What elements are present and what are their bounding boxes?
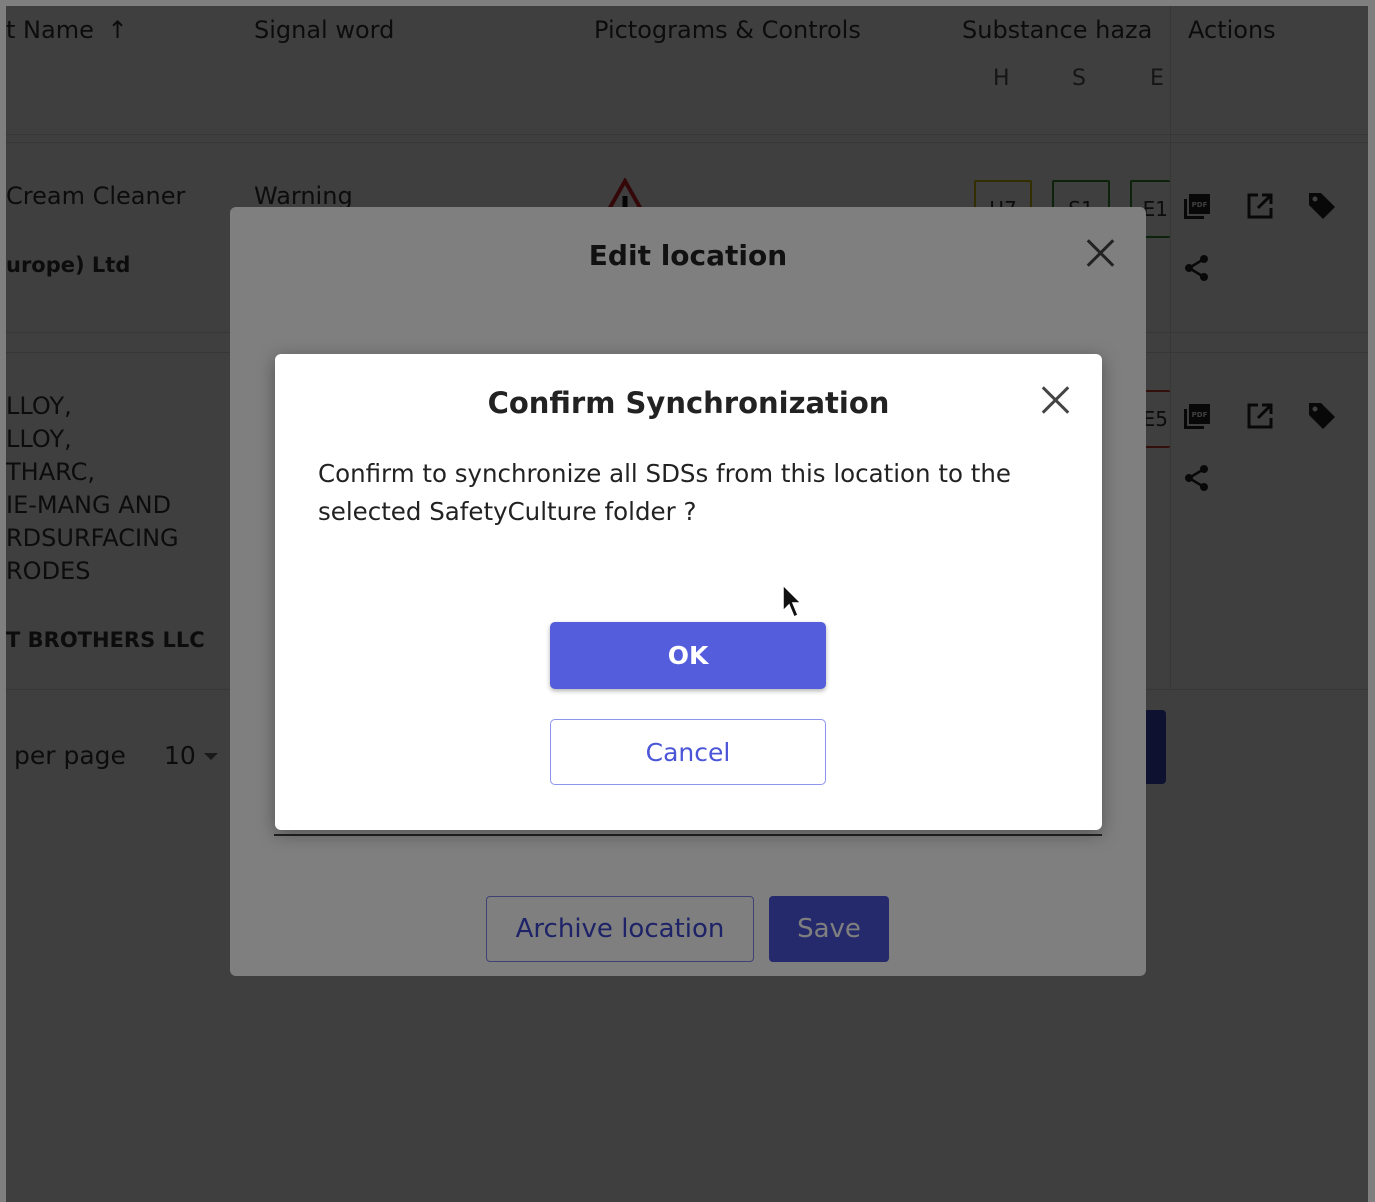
ok-button[interactable]: OK [550,622,826,689]
confirm-synchronization-modal: Confirm Synchronization Confirm to synch… [275,354,1102,830]
modal-title: Confirm Synchronization [487,386,890,420]
confirm-message: Confirm to synchronize all SDSs from thi… [318,459,1011,526]
cancel-button[interactable]: Cancel [550,719,826,785]
close-icon[interactable] [1040,385,1070,415]
mouse-cursor-icon [782,583,806,624]
